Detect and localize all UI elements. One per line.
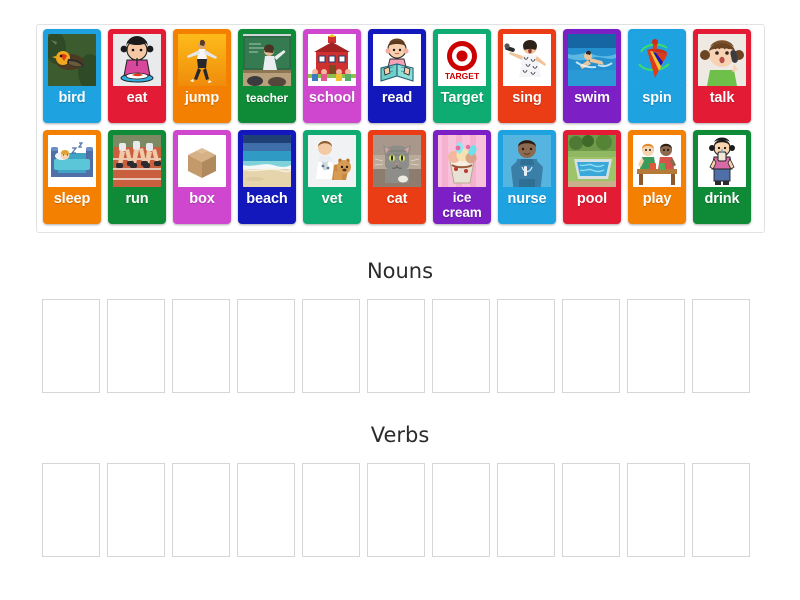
word-tile-label: read <box>381 90 413 106</box>
dropzone-verbs-11[interactable] <box>692 463 750 557</box>
dropzone-verbs-9[interactable] <box>562 463 620 557</box>
nurse-icon <box>503 135 551 187</box>
word-tile-label: box <box>189 191 215 207</box>
word-tile-spin[interactable]: spin <box>628 29 686 123</box>
word-tile-run[interactable]: run <box>108 130 166 224</box>
svg-text:TARGET: TARGET <box>445 71 480 81</box>
dropzone-verbs-3[interactable] <box>172 463 230 557</box>
word-tile-eat[interactable]: eat <box>108 29 166 123</box>
word-tile-target[interactable]: TARGET Target <box>433 29 491 123</box>
word-tile-pool[interactable]: pool <box>563 130 621 224</box>
word-tile-cat[interactable]: cat <box>368 130 426 224</box>
word-tile-play[interactable]: play <box>628 130 686 224</box>
dropzone-nouns-4[interactable] <box>237 299 295 393</box>
word-tile-label: spin <box>642 90 672 106</box>
sleeping-bed-icon <box>48 135 96 187</box>
word-tile-talk[interactable]: talk <box>693 29 751 123</box>
word-tile-sleep[interactable]: sleep <box>43 130 101 224</box>
word-tile-label: eat <box>126 90 148 106</box>
eating-child-icon <box>113 34 161 86</box>
dropzone-row-nouns <box>0 299 800 393</box>
word-tile-read[interactable]: read <box>368 29 426 123</box>
word-tile-label: talk <box>709 90 735 106</box>
word-tile-school[interactable]: school <box>303 29 361 123</box>
tile-row-2: sleep run box beach vet cat ice cream nurse pool p… <box>37 129 764 224</box>
word-tile-label: beach <box>246 191 288 207</box>
jumping-person-icon <box>178 34 226 86</box>
word-tile-label: cat <box>386 191 408 207</box>
dropzone-nouns-7[interactable] <box>432 299 490 393</box>
word-tile-jump[interactable]: jump <box>173 29 231 123</box>
target-logo-icon: TARGET <box>438 34 486 86</box>
dropzone-verbs-2[interactable] <box>107 463 165 557</box>
dropzone-verbs-1[interactable] <box>42 463 100 557</box>
dropzone-verbs-7[interactable] <box>432 463 490 557</box>
word-tile-label: vet <box>321 191 343 207</box>
word-tile-beach[interactable]: beach <box>238 130 296 224</box>
word-tile-vet[interactable]: vet <box>303 130 361 224</box>
word-tile-teacher[interactable]: teacher <box>238 29 296 123</box>
word-tile-label: pool <box>576 191 608 207</box>
word-tile-label: teacher <box>246 91 288 105</box>
word-tile-label: ice cream <box>442 190 482 220</box>
dropzone-verbs-10[interactable] <box>627 463 685 557</box>
reading-child-icon <box>373 34 421 86</box>
schoolhouse-icon <box>308 34 356 86</box>
ice-cream-sundae-icon <box>438 135 486 187</box>
veterinarian-dog-icon <box>308 135 356 187</box>
dropzone-nouns-8[interactable] <box>497 299 555 393</box>
dropzone-nouns-6[interactable] <box>367 299 425 393</box>
cardboard-box-icon <box>178 135 226 187</box>
drinking-child-icon <box>698 135 746 187</box>
word-tile-sing[interactable]: sing <box>498 29 556 123</box>
cat-photo-icon <box>373 135 421 187</box>
dropzone-nouns-1[interactable] <box>42 299 100 393</box>
word-tile-label: drink <box>704 191 740 207</box>
word-tile-label: play <box>642 191 672 207</box>
dropzone-verbs-8[interactable] <box>497 463 555 557</box>
word-tile-label: jump <box>184 90 220 106</box>
word-tile-ice-cream[interactable]: ice cream <box>433 130 491 224</box>
dropzone-verbs-5[interactable] <box>302 463 360 557</box>
word-tile-label: run <box>125 191 149 207</box>
category-title-verbs: Verbs <box>370 423 430 447</box>
dropzone-nouns-2[interactable] <box>107 299 165 393</box>
runners-track-icon <box>113 135 161 187</box>
dropzone-row-verbs <box>0 463 800 557</box>
category-verbs: Verbs <box>0 422 800 557</box>
word-tile-label: swim <box>574 90 610 106</box>
singing-woman-icon <box>503 34 551 86</box>
children-playing-icon <box>633 135 681 187</box>
dropzone-verbs-6[interactable] <box>367 463 425 557</box>
dropzone-nouns-5[interactable] <box>302 299 360 393</box>
category-title-nouns: Nouns <box>366 259 434 283</box>
word-tile-bird[interactable]: bird <box>43 29 101 123</box>
swimming-pool-icon <box>568 135 616 187</box>
dropzone-nouns-9[interactable] <box>562 299 620 393</box>
beach-photo-icon <box>243 135 291 187</box>
dropzone-nouns-3[interactable] <box>172 299 230 393</box>
dropzone-nouns-10[interactable] <box>627 299 685 393</box>
tile-row-1: bird eat jump teacher school read TARGET Target… <box>37 28 764 123</box>
word-tile-swim[interactable]: swim <box>563 29 621 123</box>
spinning-top-icon <box>633 34 681 86</box>
dropzone-verbs-4[interactable] <box>237 463 295 557</box>
word-tile-label: Target <box>440 90 484 106</box>
dropzone-nouns-11[interactable] <box>692 299 750 393</box>
word-tile-label: sleep <box>53 191 91 207</box>
word-tile-label: nurse <box>507 191 547 207</box>
word-tile-label: sing <box>512 90 542 106</box>
word-sort-activity: bird eat jump teacher school read TARGET Target… <box>0 0 800 600</box>
swimmer-icon <box>568 34 616 86</box>
category-nouns: Nouns <box>0 258 800 393</box>
tile-bank: bird eat jump teacher school read TARGET Target… <box>36 24 765 233</box>
word-tile-box[interactable]: box <box>173 130 231 224</box>
word-tile-label: bird <box>58 90 86 106</box>
word-tile-nurse[interactable]: nurse <box>498 130 556 224</box>
word-tile-label: school <box>308 90 356 106</box>
teacher-chalkboard-icon <box>243 34 291 86</box>
girl-phone-icon <box>698 34 746 86</box>
bird-photo-icon <box>48 34 96 86</box>
word-tile-drink[interactable]: drink <box>693 130 751 224</box>
